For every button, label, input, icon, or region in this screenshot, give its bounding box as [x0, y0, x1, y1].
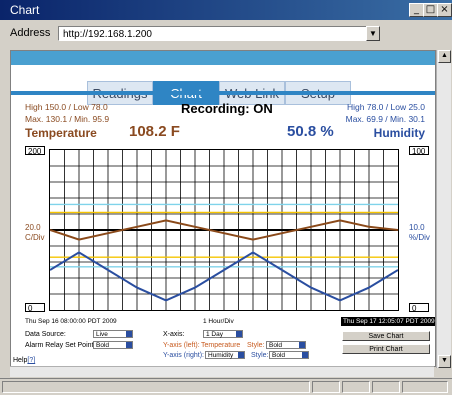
chart-svg	[49, 150, 399, 310]
address-input[interactable]: http://192.168.1.200	[58, 26, 368, 41]
chevron-down-icon	[302, 352, 308, 358]
start-time: Thu Sep 16 08:00:00 PDT 2009	[25, 318, 117, 325]
temperature-value: 108.2 F	[129, 123, 180, 140]
right-axis-max-input[interactable]: 100	[409, 146, 429, 156]
data-source-select[interactable]: Live	[93, 330, 133, 338]
humidity-max-min: Max. 69.9 / Min. 30.1	[345, 114, 425, 124]
right-scale-value: 10.0	[409, 223, 425, 232]
browser-window: Chart _ □ × Address http://192.168.1.200…	[0, 0, 452, 395]
y-axis-left-value: Temperature	[201, 342, 241, 349]
tab-underline	[11, 91, 435, 95]
chevron-down-icon	[299, 342, 305, 348]
y-axis-left-style-label: Style:	[247, 342, 265, 349]
scroll-down-icon[interactable]: ▼	[438, 355, 451, 368]
close-icon[interactable]: ×	[437, 3, 452, 17]
end-time: Thu Sep 17 12:05:07 PDT 2009	[341, 317, 435, 326]
data-source-label: Data Source:	[25, 331, 66, 338]
y-axis-left-style-select[interactable]: Bold	[266, 341, 306, 349]
left-scale-value: 20.0	[25, 223, 41, 232]
horizontal-scrollbar[interactable]	[10, 366, 434, 377]
temp-high-low: High 150.0 / Low 78.0	[25, 102, 108, 112]
window-title: Chart	[10, 3, 40, 17]
status-seg-2	[342, 381, 370, 393]
title-bar: Chart _ □ ×	[0, 0, 452, 20]
humidity-value: 50.8 %	[287, 123, 334, 140]
alarm-set-points-value: Bold	[96, 342, 110, 349]
scroll-up-icon[interactable]: ▲	[438, 50, 451, 63]
chevron-down-icon	[236, 331, 242, 337]
chevron-down-icon	[238, 352, 244, 358]
y-axis-right-style-value: Bold	[272, 352, 286, 359]
left-axis-max-input[interactable]: 200	[25, 146, 45, 156]
address-dropdown-icon[interactable]: ▼	[366, 26, 380, 41]
y-axis-right-select[interactable]: Humidity	[205, 351, 245, 359]
address-label: Address	[10, 27, 51, 39]
help-link[interactable]: [?]	[27, 357, 35, 364]
y-axis-right-style-label: Style:	[251, 352, 269, 359]
minimize-icon[interactable]: _	[409, 3, 424, 17]
x-axis-value: 1 Day	[206, 331, 223, 338]
chart-area	[49, 149, 399, 311]
status-seg-4	[402, 381, 448, 393]
chevron-down-icon	[126, 331, 132, 337]
alarm-set-points-select[interactable]: Bold	[93, 341, 133, 349]
status-main	[2, 381, 310, 393]
status-bar	[0, 378, 452, 395]
save-chart-button[interactable]: Save Chart	[342, 331, 430, 341]
status-seg-1	[312, 381, 340, 393]
temp-max-min: Max. 130.1 / Min. 95.9	[25, 114, 110, 124]
x-axis-label: X-axis:	[163, 331, 185, 338]
right-axis-min-input[interactable]: 0	[409, 303, 429, 313]
temperature-label: Temperature	[25, 126, 97, 140]
alarm-set-points-label: Alarm Relay Set Points:	[25, 342, 99, 349]
page-content: Readings Chart Web Link Setup High 150.0…	[10, 50, 436, 367]
y-axis-right-label: Y-axis (right):	[163, 352, 204, 359]
address-bar: Address http://192.168.1.200 ▼	[4, 24, 424, 44]
help-label: Help[?]	[13, 357, 35, 364]
y-axis-right-style-select[interactable]: Bold	[269, 351, 309, 359]
help-text: Help	[13, 357, 28, 364]
left-scale-unit: C/Div	[25, 233, 45, 242]
restore-icon[interactable]: □	[423, 3, 438, 17]
y-axis-left-style-value: Bold	[269, 342, 283, 349]
chevron-down-icon	[126, 342, 132, 348]
y-axis-right-value: Humidity	[208, 352, 234, 359]
recording-status: Recording: ON	[181, 101, 273, 116]
data-source-value: Live	[96, 331, 108, 338]
humidity-high-low: High 78.0 / Low 25.0	[347, 102, 425, 112]
left-axis-min-input[interactable]: 0	[25, 303, 45, 313]
y-axis-left-label: Y-axis (left):	[163, 342, 200, 349]
print-chart-button[interactable]: Print Chart	[342, 344, 430, 354]
humidity-label: Humidity	[373, 126, 425, 140]
status-seg-3	[372, 381, 400, 393]
header-banner	[11, 51, 435, 65]
x-axis-select[interactable]: 1 Day	[203, 330, 243, 338]
vertical-scrollbar[interactable]: ▲ ▼	[436, 50, 451, 368]
x-scale: 1 Hour/Div	[203, 318, 234, 325]
right-scale-unit: %/Div	[409, 233, 430, 242]
